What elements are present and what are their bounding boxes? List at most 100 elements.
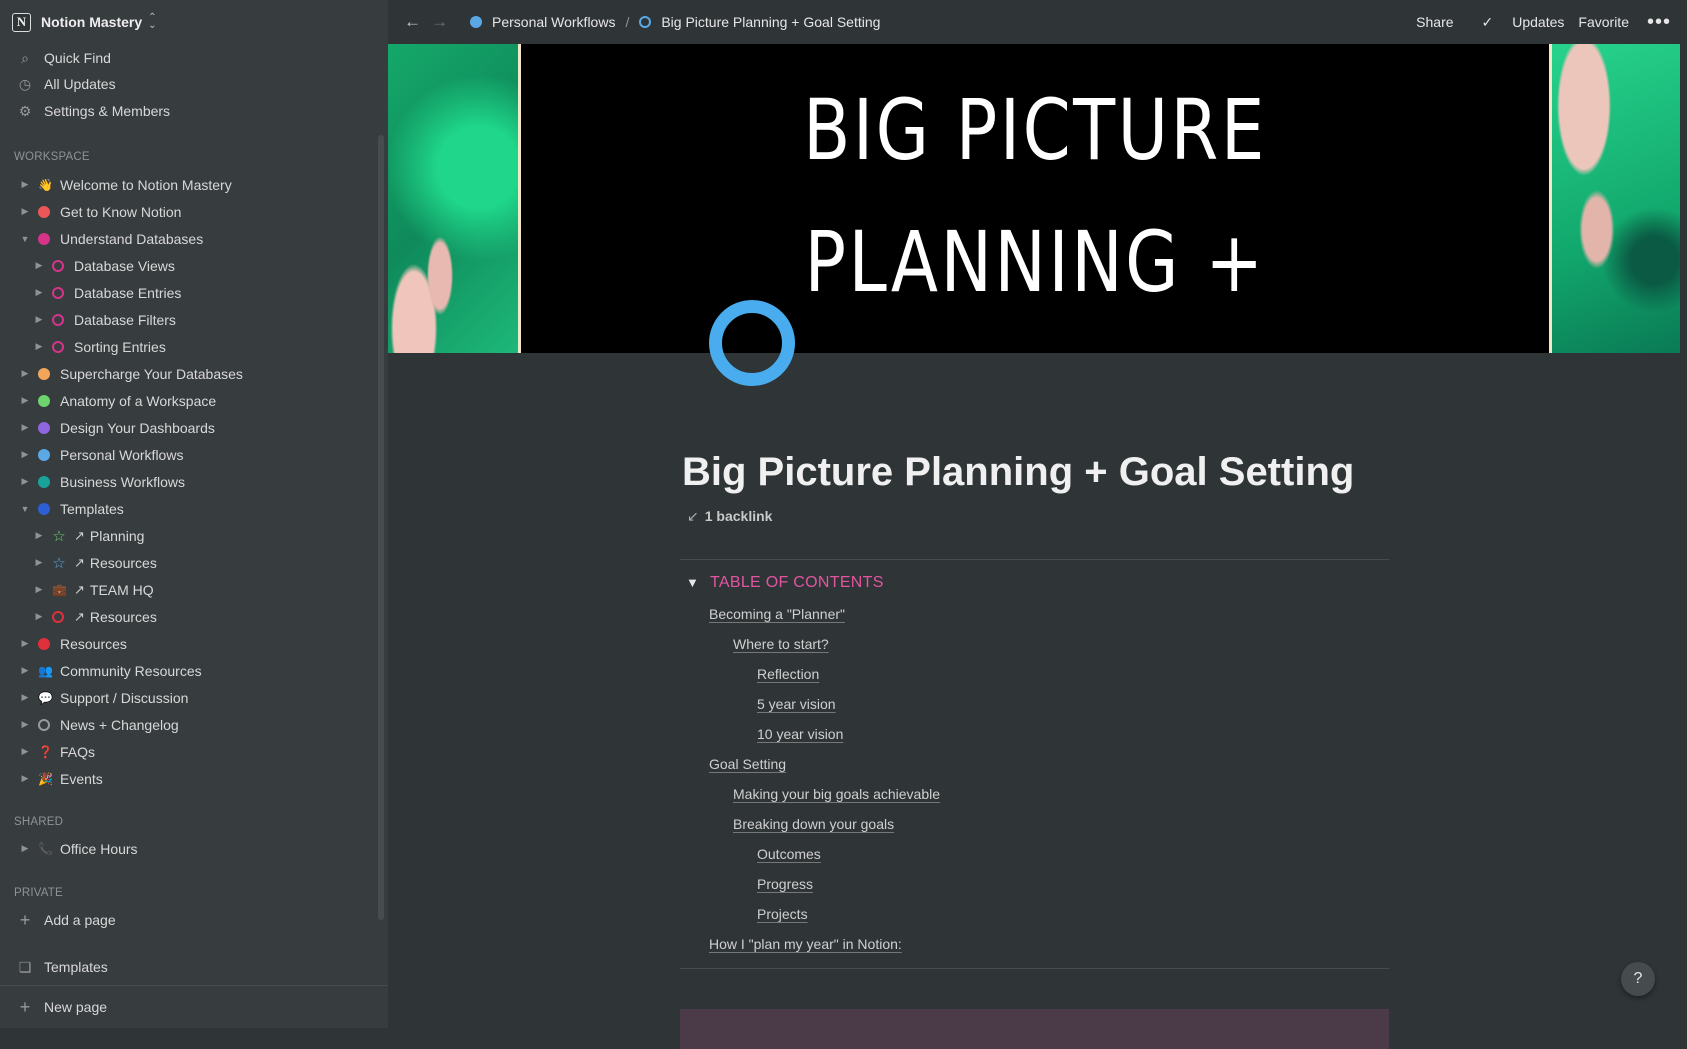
toc-link[interactable]: Breaking down your goals: [733, 816, 894, 832]
sidebar-item-database-filters[interactable]: ▶ Database Filters: [32, 306, 176, 333]
toggle-collapsed-icon[interactable]: ▶: [32, 260, 46, 271]
sidebar-item-resources[interactable]: ▶ Resources: [18, 630, 127, 657]
gear-icon: ⚙: [18, 102, 32, 119]
breadcrumb-current-page[interactable]: Big Picture Planning + Goal Setting: [639, 14, 880, 30]
toggle-collapsed-icon[interactable]: ▶: [18, 179, 32, 190]
toggle-collapsed-icon[interactable]: ▶: [18, 773, 32, 784]
backlinks-label: 1 backlink: [704, 508, 773, 524]
toc-link[interactable]: Progress: [757, 876, 813, 892]
sidebar-item-news-changelog[interactable]: ▶ News + Changelog: [18, 711, 179, 738]
sidebar-item-sorting-entries[interactable]: ▶ Sorting Entries: [32, 333, 166, 360]
toc-link[interactable]: Making your big goals achievable: [733, 786, 940, 802]
sidebar-item-label: Personal Workflows: [60, 446, 184, 463]
toggle-collapsed-icon[interactable]: ▶: [18, 638, 32, 649]
sidebar-item-welcome-to-notion-mastery[interactable]: ▶ 👋 Welcome to Notion Mastery: [18, 171, 232, 198]
sidebar-item-database-views[interactable]: ▶ Database Views: [32, 252, 175, 279]
party-icon: 🎉: [38, 771, 53, 786]
sidebar-item-support-discussion[interactable]: ▶ 💬 Support / Discussion: [18, 684, 189, 711]
workspace-switcher[interactable]: N Notion Mastery ⌃ ⌄: [12, 9, 157, 35]
sidebar-item-understand-databases[interactable]: ▼ Understand Databases: [18, 225, 204, 252]
page-title[interactable]: Big Picture Planning + Goal Setting: [682, 450, 1354, 495]
toc-link[interactable]: How I "plan my year" in Notion:: [709, 936, 902, 952]
sidebar-item-office-hours[interactable]: ▶ 📞 Office Hours: [18, 835, 138, 862]
toggle-collapsed-icon[interactable]: ▶: [18, 746, 32, 757]
toc-link[interactable]: Where to start?: [733, 636, 829, 652]
toggle-collapsed-icon[interactable]: ▶: [18, 476, 32, 487]
sidebar-item-templates[interactable]: ▼ Templates: [18, 495, 124, 522]
breadcrumb-personal-workflows[interactable]: Personal Workflows: [448, 14, 615, 30]
templates-button[interactable]: ❏ Templates: [16, 954, 108, 980]
settings-members-link[interactable]: ⚙ Settings & Members: [16, 98, 170, 124]
clock-icon: ◷: [18, 75, 32, 92]
toggle-collapsed-icon[interactable]: ▶: [18, 449, 32, 460]
toc-link[interactable]: Goal Setting: [709, 756, 786, 772]
sidebar-item-database-entries[interactable]: ▶ Database Entries: [32, 279, 182, 306]
sidebar: N Notion Mastery ⌃ ⌄ ⌕ Quick Find ◷ All U…: [0, 0, 388, 1028]
toggle-collapsed-icon[interactable]: ▶: [18, 692, 32, 703]
callout-block[interactable]: [680, 1009, 1389, 1049]
notion-logo-icon: N: [12, 12, 31, 32]
sidebar-item-label: Database Views: [74, 257, 175, 274]
toggle-collapsed-icon[interactable]: ▶: [18, 395, 32, 406]
sidebar-item-supercharge-your-databases[interactable]: ▶ Supercharge Your Databases: [18, 360, 243, 387]
sidebar-scrollbar[interactable]: [378, 135, 384, 920]
updates-button[interactable]: ✓ Updates: [1468, 14, 1565, 31]
sidebar-item-label: Resources: [60, 635, 127, 652]
toggle-collapsed-icon[interactable]: ▶: [18, 368, 32, 379]
page-cover[interactable]: BIG PICTURE PLANNING + GOAL SETTING: [388, 44, 1680, 353]
toc-link[interactable]: Projects: [757, 906, 808, 922]
toggle-collapsed-icon[interactable]: ▶: [18, 665, 32, 676]
toggle-collapsed-icon[interactable]: ▶: [32, 314, 46, 325]
toggle-collapsed-icon[interactable]: ▶: [18, 719, 32, 730]
toggle-collapsed-icon[interactable]: ▶: [32, 584, 46, 595]
sidebar-item-planning[interactable]: ▶ ☆ ↗ Planning: [32, 522, 145, 549]
quick-find-link[interactable]: ⌕ Quick Find: [16, 45, 111, 71]
back-arrow-icon[interactable]: ←: [404, 12, 421, 32]
new-page-label: New page: [44, 999, 108, 1015]
divider: [680, 968, 1389, 969]
sidebar-item-get-to-know-notion[interactable]: ▶ Get to Know Notion: [18, 198, 182, 225]
sidebar-item-resources[interactable]: ▶ ↗ Resources: [32, 603, 157, 630]
toc-link[interactable]: Outcomes: [757, 846, 821, 862]
toggle-collapsed-icon[interactable]: ▶: [18, 422, 32, 433]
toggle-collapsed-icon[interactable]: ▶: [32, 611, 46, 622]
sidebar-item-events[interactable]: ▶ 🎉 Events: [18, 765, 103, 792]
sidebar-item-anatomy-of-a-workspace[interactable]: ▶ Anatomy of a Workspace: [18, 387, 217, 414]
toc-link[interactable]: 10 year vision: [757, 726, 843, 742]
toggle-triangle-icon[interactable]: ▼: [686, 575, 699, 590]
sidebar-item-team-hq[interactable]: ▶ 💼 ↗ TEAM HQ: [32, 576, 154, 603]
sidebar-item-personal-workflows[interactable]: ▶ Personal Workflows: [18, 441, 184, 468]
share-button[interactable]: Share: [1416, 14, 1453, 30]
more-options-icon[interactable]: •••: [1647, 11, 1671, 34]
sidebar-item-community-resources[interactable]: ▶ 👥 Community Resources: [18, 657, 202, 684]
sidebar-item-label: Design Your Dashboards: [60, 419, 215, 436]
favorite-button[interactable]: Favorite: [1578, 14, 1629, 30]
sidebar-item-label: Community Resources: [60, 662, 202, 679]
toc-link[interactable]: Reflection: [757, 666, 819, 682]
toggle-collapsed-icon[interactable]: ▶: [32, 287, 46, 298]
dot-icon: [38, 421, 50, 434]
forward-arrow-icon[interactable]: →: [431, 12, 448, 32]
toc-link[interactable]: 5 year vision: [757, 696, 836, 712]
toggle-expanded-icon[interactable]: ▼: [18, 504, 32, 514]
all-updates-link[interactable]: ◷ All Updates: [16, 71, 116, 97]
toggle-collapsed-icon[interactable]: ▶: [18, 206, 32, 217]
sidebar-item-faqs[interactable]: ▶ ❓ FAQs: [18, 738, 95, 765]
new-page-button[interactable]: + New page: [16, 994, 107, 1020]
toggle-collapsed-icon[interactable]: ▶: [18, 843, 32, 854]
toggle-collapsed-icon[interactable]: ▶: [32, 557, 46, 568]
toc-heading[interactable]: TABLE OF CONTENTS: [710, 574, 884, 592]
sidebar-item-label: Database Filters: [74, 311, 176, 328]
toggle-expanded-icon[interactable]: ▼: [18, 234, 32, 244]
page-ring-icon[interactable]: [709, 300, 795, 386]
add-page-button[interactable]: + Add a page: [16, 907, 116, 933]
workspace-name: Notion Mastery: [41, 14, 143, 30]
sidebar-item-design-your-dashboards[interactable]: ▶ Design Your Dashboards: [18, 414, 215, 441]
toc-link[interactable]: Becoming a "Planner": [709, 606, 845, 622]
toggle-collapsed-icon[interactable]: ▶: [32, 530, 46, 541]
sidebar-item-resources[interactable]: ▶ ☆ ↗ Resources: [32, 549, 157, 576]
toggle-collapsed-icon[interactable]: ▶: [32, 341, 46, 352]
sidebar-item-business-workflows[interactable]: ▶ Business Workflows: [18, 468, 185, 495]
backlinks-button[interactable]: ↙ 1 backlink: [687, 508, 772, 525]
help-button[interactable]: ?: [1621, 962, 1655, 996]
